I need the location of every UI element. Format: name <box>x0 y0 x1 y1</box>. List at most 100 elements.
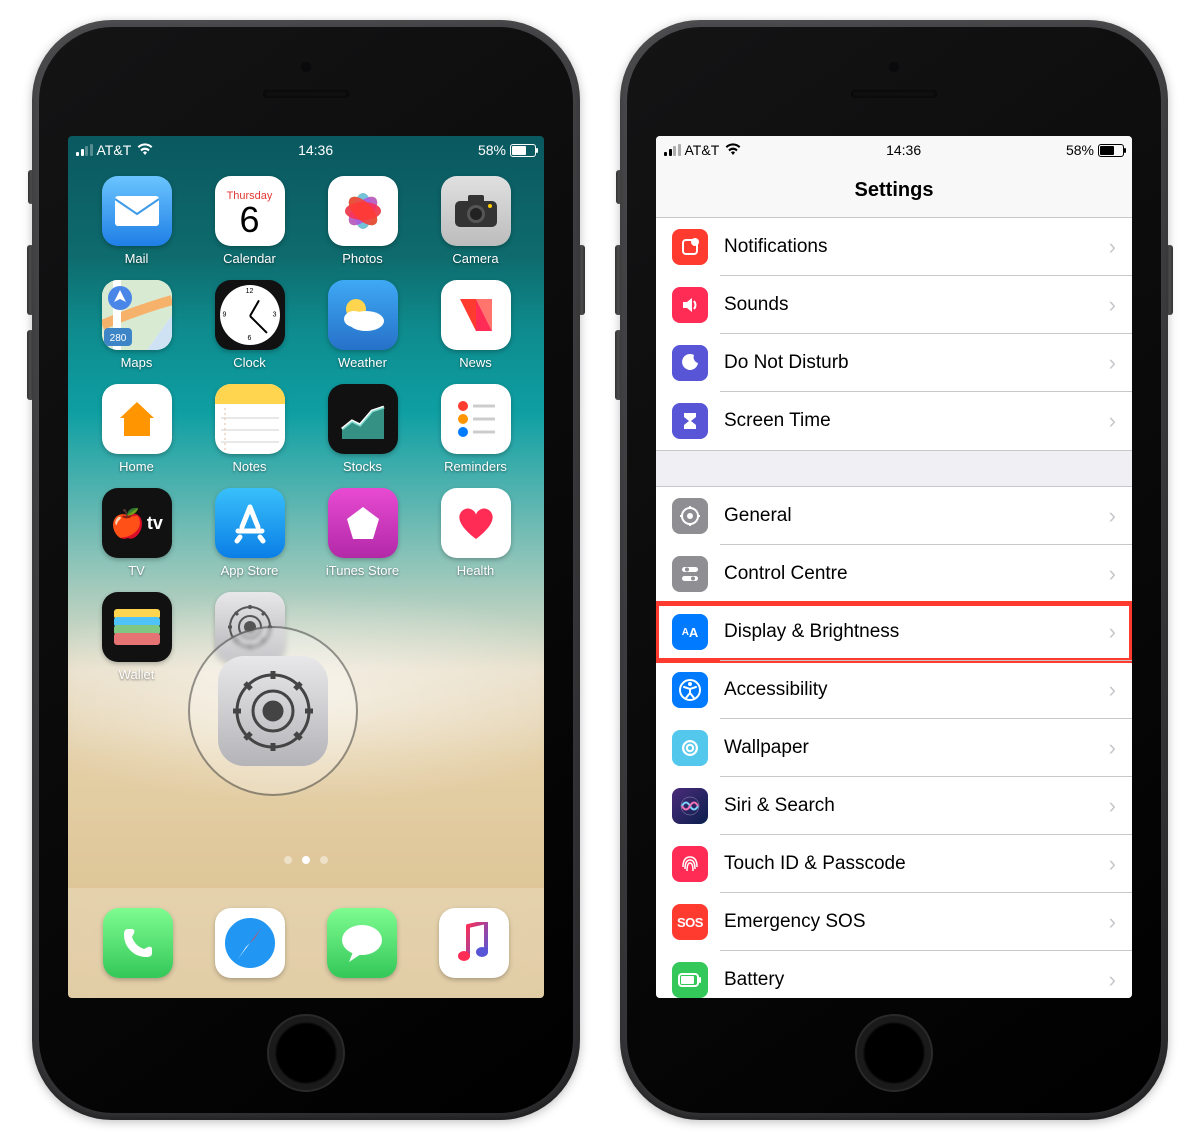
row-label: Accessibility <box>724 679 1109 701</box>
row-notifications[interactable]: Notifications › <box>656 218 1132 276</box>
screen-home: AT&T 14:36 58% Mail <box>68 136 544 998</box>
chevron-right-icon: › <box>1109 561 1132 587</box>
dock-messages[interactable] <box>327 908 397 978</box>
chevron-right-icon: › <box>1109 408 1132 434</box>
row-screentime[interactable]: Screen Time › <box>656 392 1132 450</box>
row-label: General <box>724 505 1109 527</box>
row-accessibility[interactable]: Accessibility › <box>656 661 1132 719</box>
row-sos[interactable]: SOS Emergency SOS › <box>656 893 1132 951</box>
app-mail[interactable]: Mail <box>80 176 193 266</box>
row-sounds[interactable]: Sounds › <box>656 276 1132 334</box>
accessibility-icon <box>672 672 708 708</box>
row-display-brightness[interactable]: AA Display & Brightness › <box>656 603 1132 661</box>
row-label: Wallpaper <box>724 737 1109 759</box>
row-label: Battery <box>724 969 1109 991</box>
row-dnd[interactable]: Do Not Disturb › <box>656 334 1132 392</box>
dock-safari[interactable] <box>215 908 285 978</box>
settings-app: AT&T 14:36 58% Settings <box>656 136 1132 998</box>
row-label: Siri & Search <box>724 795 1109 817</box>
dock-music[interactable] <box>439 908 509 978</box>
section-2: General › Control Centre › AA Display & … <box>656 486 1132 998</box>
app-label: Calendar <box>223 251 276 266</box>
app-photos[interactable]: Photos <box>306 176 419 266</box>
settings-icon-large <box>218 656 328 766</box>
settings-title: Settings <box>656 164 1132 218</box>
siri-icon <box>672 788 708 824</box>
status-time: 14:36 <box>886 142 921 158</box>
chevron-right-icon: › <box>1109 793 1132 819</box>
app-clock[interactable]: 12 6 9 3 Clock <box>193 280 306 370</box>
phone-right-settings: AT&T 14:36 58% Settings <box>620 20 1168 1120</box>
notifications-icon <box>672 229 708 265</box>
carrier-label: AT&T <box>685 142 720 158</box>
row-label: Do Not Disturb <box>724 352 1109 374</box>
app-notes[interactable]: Notes <box>193 384 306 474</box>
app-label: Stocks <box>343 459 382 474</box>
chevron-right-icon: › <box>1109 503 1132 529</box>
row-label: Sounds <box>724 294 1109 316</box>
row-siri[interactable]: Siri & Search › <box>656 777 1132 835</box>
chevron-right-icon: › <box>1109 292 1132 318</box>
app-label: Camera <box>452 251 498 266</box>
app-label: Clock <box>233 355 266 370</box>
app-weather[interactable]: Weather <box>306 280 419 370</box>
app-label: App Store <box>221 563 279 578</box>
control-centre-icon <box>672 556 708 592</box>
earpiece <box>263 90 349 98</box>
app-camera[interactable]: Camera <box>419 176 532 266</box>
app-label: Health <box>457 563 495 578</box>
wifi-icon <box>723 142 741 158</box>
sos-icon: SOS <box>672 904 708 940</box>
battery-icon <box>510 144 536 157</box>
battery-pct: 58% <box>1066 142 1094 158</box>
home-button[interactable] <box>267 1014 345 1092</box>
dock-phone[interactable] <box>103 908 173 978</box>
settings-list[interactable]: Notifications › Sounds › D <box>656 218 1132 998</box>
app-wallet[interactable]: Wallet <box>80 592 193 682</box>
app-health[interactable]: Health <box>419 488 532 578</box>
app-news[interactable]: News <box>419 280 532 370</box>
chevron-right-icon: › <box>1109 350 1132 376</box>
status-time: 14:36 <box>298 142 333 158</box>
chevron-right-icon: › <box>1109 735 1132 761</box>
app-label: News <box>459 355 492 370</box>
wallpaper-icon <box>672 730 708 766</box>
chevron-right-icon: › <box>1109 851 1132 877</box>
app-tv[interactable]: 🍎tv TV <box>80 488 193 578</box>
battery-pct: 58% <box>478 142 506 158</box>
app-grid: Mail Thursday 6 Calendar <box>80 176 532 682</box>
app-home[interactable]: Home <box>80 384 193 474</box>
app-calendar[interactable]: Thursday 6 Calendar <box>193 176 306 266</box>
row-control[interactable]: Control Centre › <box>656 545 1132 603</box>
battery-icon <box>672 962 708 998</box>
row-general[interactable]: General › <box>656 487 1132 545</box>
page-indicator[interactable] <box>68 856 544 864</box>
general-icon <box>672 498 708 534</box>
app-label: Home <box>119 459 154 474</box>
home-button[interactable] <box>855 1014 933 1092</box>
settings-highlight-bubble <box>188 626 358 796</box>
section-1: Notifications › Sounds › D <box>656 217 1132 451</box>
app-appstore[interactable]: App Store <box>193 488 306 578</box>
dock <box>68 888 544 998</box>
earpiece <box>851 90 937 98</box>
calendar-date: 6 <box>239 202 259 238</box>
app-maps[interactable]: 280 Maps <box>80 280 193 370</box>
row-label: Touch ID & Passcode <box>724 853 1109 875</box>
app-reminders[interactable]: Reminders <box>419 384 532 474</box>
app-stocks[interactable]: Stocks <box>306 384 419 474</box>
row-wallpaper[interactable]: Wallpaper › <box>656 719 1132 777</box>
section-gap <box>656 451 1132 487</box>
row-battery[interactable]: Battery › <box>656 951 1132 998</box>
app-label: Mail <box>125 251 149 266</box>
app-label: Wallet <box>119 667 155 682</box>
front-camera <box>299 60 313 74</box>
app-label: TV <box>128 563 145 578</box>
app-label: Maps <box>121 355 153 370</box>
app-itunes[interactable]: iTunes Store <box>306 488 419 578</box>
row-label: Display & Brightness <box>724 621 1109 643</box>
home-screen-wallpaper: AT&T 14:36 58% Mail <box>68 136 544 998</box>
chevron-right-icon: › <box>1109 619 1132 645</box>
status-bar: AT&T 14:36 58% <box>68 136 544 164</box>
row-touchid[interactable]: Touch ID & Passcode › <box>656 835 1132 893</box>
